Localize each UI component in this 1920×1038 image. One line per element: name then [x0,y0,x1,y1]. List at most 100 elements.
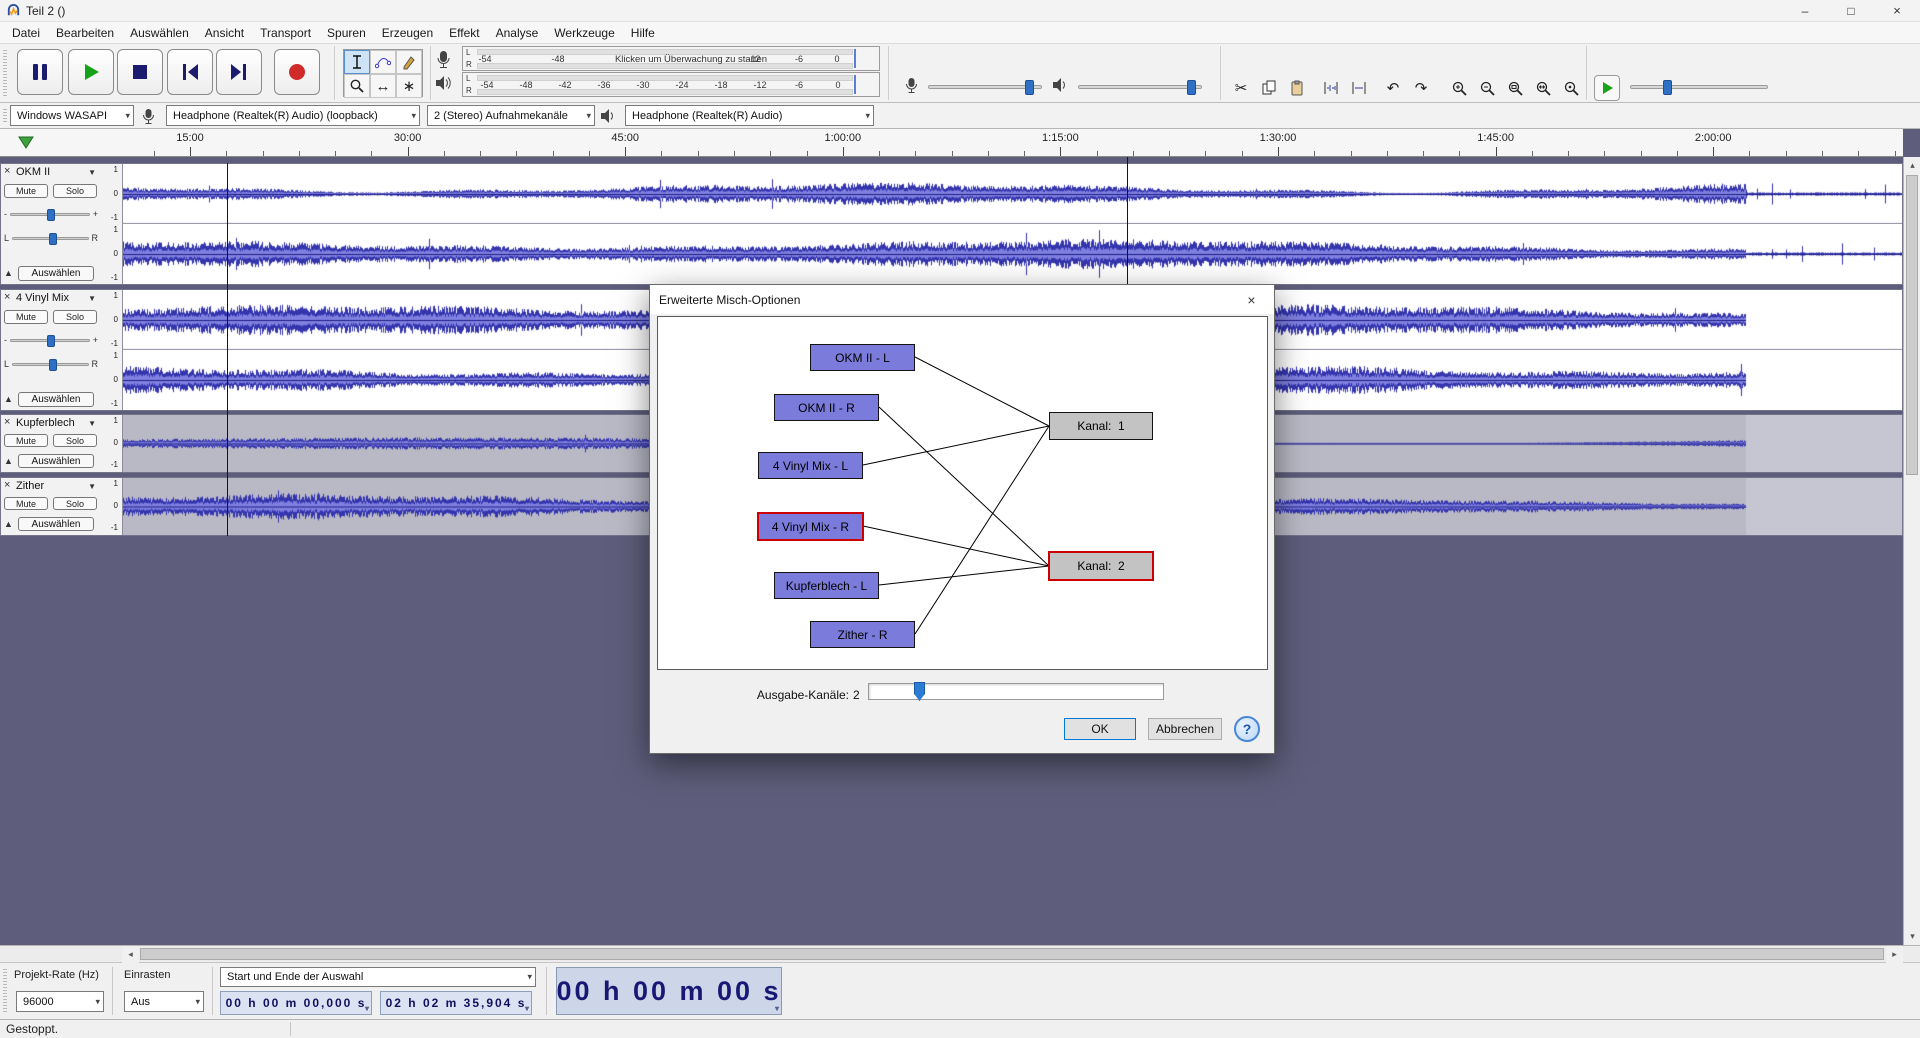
vertical-scrollbar[interactable]: ▴ ▾ [1903,157,1920,945]
paste-button[interactable] [1284,75,1310,101]
selection-start-time[interactable]: 00 h 00 m 00,000 s ▾ [220,991,372,1015]
playback-meter[interactable]: L R -54-48-42-36-30-24-18-12-60 [462,72,880,97]
zoom-out-button[interactable] [1474,75,1500,101]
audio-host-select[interactable]: Windows WASAPI ▾ [10,105,134,126]
mixer-output-node-0[interactable]: Kanal: 1 [1049,412,1153,440]
recording-meter[interactable]: L R -54-48Klicken um Überwachung zu star… [462,46,880,71]
recording-device-select[interactable]: Headphone (Realtek(R) Audio) (loopback) … [166,105,420,126]
mute-button[interactable]: Mute [4,310,48,324]
record-button[interactable] [274,49,320,95]
toolbar-grip[interactable] [3,50,7,96]
draw-tool-button[interactable] [396,50,422,74]
scroll-left-icon[interactable]: ◂ [122,946,139,963]
zoom-tool-button[interactable] [344,74,370,98]
gain-slider[interactable]: - + [4,206,98,222]
menu-item-analyse[interactable]: Analyse [488,22,547,44]
cancel-button[interactable]: Abbrechen [1148,718,1222,740]
close-button[interactable]: × [1874,0,1920,22]
pan-slider[interactable]: L R [4,356,98,372]
play-button[interactable] [68,49,114,95]
horizontal-scrollbar[interactable]: ◂ ▸ [0,945,1920,962]
select-track-button[interactable]: Auswählen [18,454,94,468]
menu-item-erzeugen[interactable]: Erzeugen [374,22,441,44]
zoom-toggle-button[interactable] [1558,75,1584,101]
scroll-up-icon[interactable]: ▴ [1904,157,1920,174]
ok-button[interactable]: OK [1064,718,1136,740]
scroll-right-icon[interactable]: ▸ [1886,946,1903,963]
mixer-input-node-1[interactable]: OKM II - R [774,394,879,421]
dialog-close-button[interactable]: × [1229,285,1274,314]
mixer-input-node-4[interactable]: Kupferblech - L [774,572,879,599]
select-track-button[interactable]: Auswählen [18,517,94,531]
undo-button[interactable]: ↶ [1380,75,1406,101]
envelope-tool-button[interactable] [370,50,396,74]
menu-item-auswählen[interactable]: Auswählen [122,22,197,44]
track-name-menu[interactable]: Kupferblech ▼ [16,416,96,430]
zoom-fit-project-button[interactable] [1530,75,1556,101]
gain-thumb[interactable] [47,209,55,221]
play-speed-slider[interactable] [1630,85,1768,89]
copy-button[interactable] [1256,75,1282,101]
horizontal-scroll-thumb[interactable] [140,948,1884,960]
menu-item-effekt[interactable]: Effekt [441,22,487,44]
mixer-input-node-5[interactable]: Zither - R [810,621,915,648]
track-close-icon[interactable]: × [4,416,10,429]
track-name-menu[interactable]: OKM II ▼ [16,165,96,179]
mixer-input-node-0[interactable]: OKM II - L [810,344,915,371]
multi-tool-button[interactable]: ∗ [396,74,422,98]
pan-groove[interactable] [12,363,88,366]
selection-range-mode-select[interactable]: Start und Ende der Auswahl ▾ [220,967,536,987]
track-name-menu[interactable]: 4 Vinyl Mix ▼ [16,291,96,305]
mixer-input-node-3[interactable]: 4 Vinyl Mix - R [758,513,863,540]
pause-button[interactable] [17,49,63,95]
skip-to-start-button[interactable] [167,49,213,95]
mixer-input-node-2[interactable]: 4 Vinyl Mix - L [758,452,863,479]
collapse-icon[interactable]: ▲ [4,268,13,278]
silence-audio-button[interactable] [1346,75,1372,101]
playback-volume-slider[interactable] [1078,85,1202,89]
recording-volume-slider[interactable] [928,85,1042,89]
waveform-canvas-right[interactable] [123,224,1902,284]
maximize-button[interactable]: □ [1828,0,1874,22]
pan-groove[interactable] [12,237,88,240]
track-close-icon[interactable]: × [4,165,10,178]
zoom-selection-button[interactable] [1502,75,1528,101]
collapse-icon[interactable]: ▲ [4,394,13,404]
vertical-scroll-thumb[interactable] [1906,175,1918,475]
solo-button[interactable]: Solo [53,310,97,324]
solo-button[interactable]: Solo [53,434,97,447]
select-track-button[interactable]: Auswählen [18,392,94,407]
timeshift-tool-button[interactable]: ↔ [370,74,396,98]
gain-slider[interactable]: - + [4,332,98,348]
menu-item-bearbeiten[interactable]: Bearbeiten [48,22,122,44]
menu-item-hilfe[interactable]: Hilfe [623,22,663,44]
track-name-menu[interactable]: Zither ▼ [16,479,96,493]
gain-groove[interactable] [10,213,90,216]
play-at-speed-button[interactable] [1594,75,1620,101]
gain-thumb[interactable] [47,335,55,347]
output-channels-thumb[interactable] [914,682,925,701]
skip-to-end-button[interactable] [216,49,262,95]
trim-audio-button[interactable] [1318,75,1344,101]
mute-button[interactable]: Mute [4,184,48,198]
stop-button[interactable] [117,49,163,95]
pan-thumb[interactable] [49,359,57,371]
track-close-icon[interactable]: × [4,291,10,304]
menu-item-datei[interactable]: Datei [4,22,48,44]
play-speed-thumb[interactable] [1663,80,1672,95]
monitoring-message[interactable]: Klicken um Überwachung zu starten [615,54,767,65]
minimize-button[interactable]: – [1782,0,1828,22]
scroll-down-icon[interactable]: ▾ [1904,928,1920,945]
selection-tool-button[interactable] [344,50,370,74]
timeline-ruler[interactable]: 15:0030:0045:001:00:001:15:001:30:001:45… [0,129,1903,157]
cut-button[interactable]: ✂ [1228,75,1254,101]
timeline-pin-icon[interactable] [18,136,34,149]
track-close-icon[interactable]: × [4,479,10,492]
zoom-in-button[interactable] [1446,75,1472,101]
collapse-icon[interactable]: ▲ [4,456,13,466]
gain-groove[interactable] [10,339,90,342]
audio-position-display[interactable]: 00 h 00 m 00 s ▾ [556,967,782,1015]
menu-item-ansicht[interactable]: Ansicht [197,22,252,44]
menu-item-spuren[interactable]: Spuren [319,22,374,44]
recording-channels-select[interactable]: 2 (Stereo) Aufnahmekanäle ▾ [427,105,595,126]
